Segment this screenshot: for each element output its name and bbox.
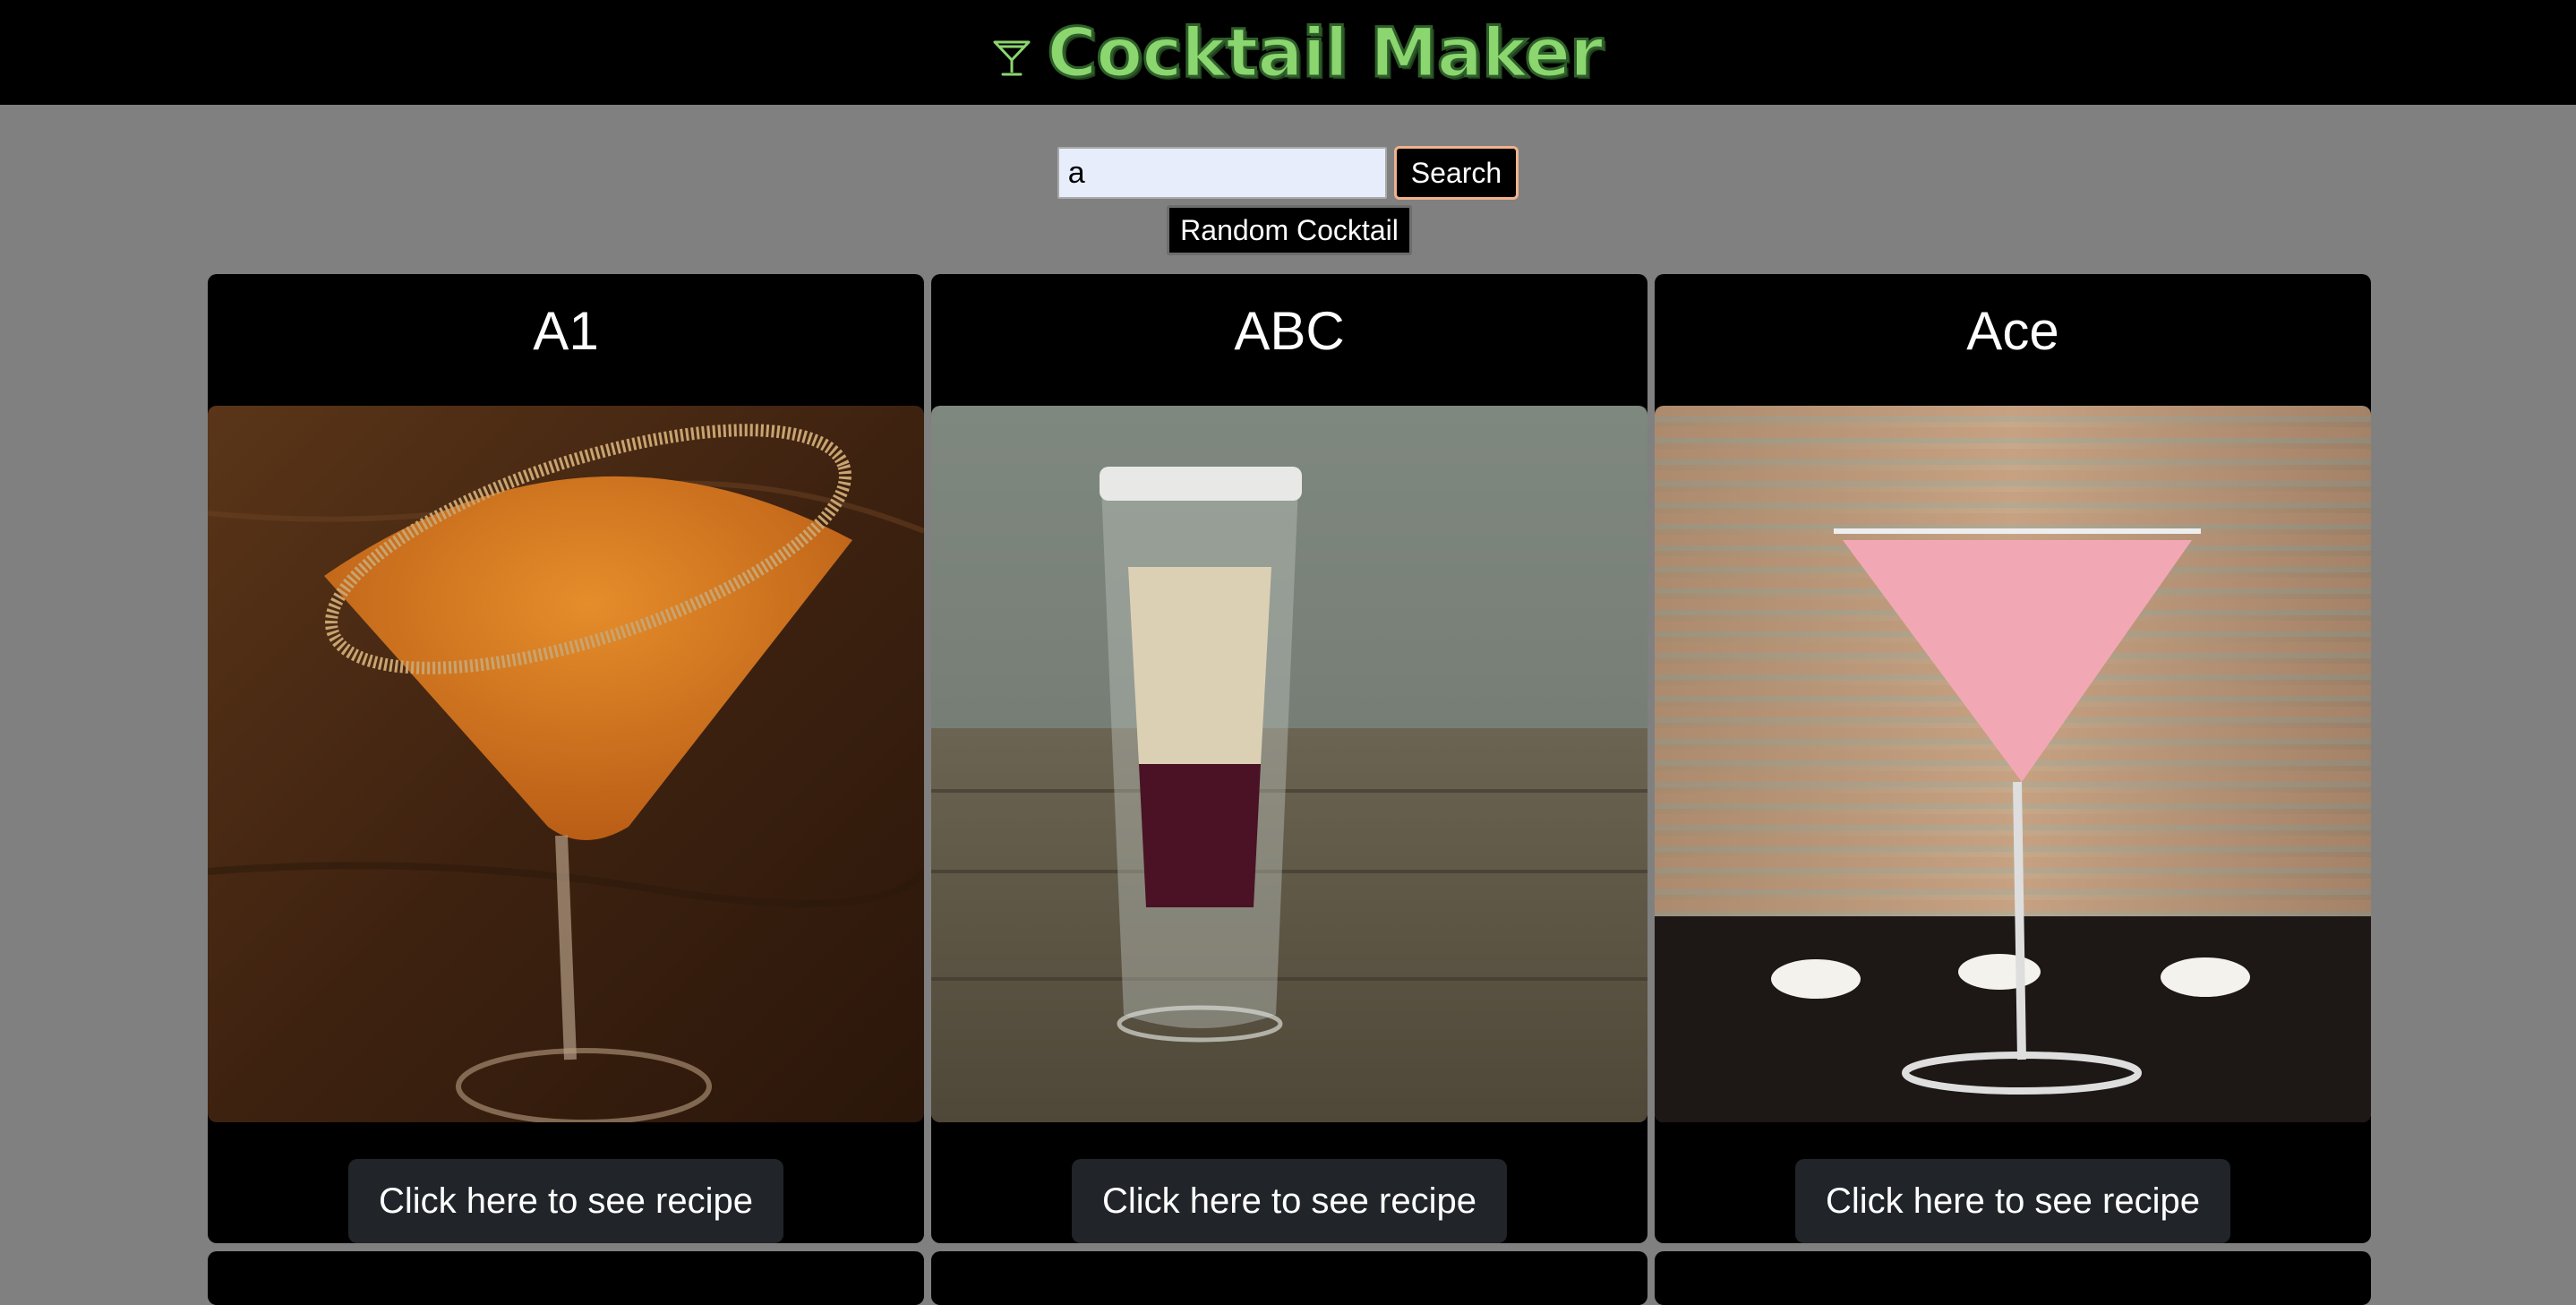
brand: Cocktail Maker <box>991 12 1605 92</box>
cocktail-card-ace: Ace Click here to see recipe <box>1655 274 2371 1243</box>
orange-martini-image <box>208 406 924 1122</box>
app-title: Cocktail Maker <box>1046 12 1605 92</box>
see-recipe-button[interactable]: Click here to see recipe <box>1072 1159 1507 1243</box>
cocktail-card <box>208 1251 924 1305</box>
search-input[interactable] <box>1057 147 1387 199</box>
cocktail-image <box>931 406 1647 1122</box>
cocktail-card-abc: ABC Click here to see recipe <box>931 274 1647 1243</box>
see-recipe-button[interactable]: Click here to see recipe <box>1795 1159 2230 1243</box>
cocktail-name: ABC <box>1234 301 1345 361</box>
cocktail-image <box>208 406 924 1122</box>
search-button[interactable]: Search <box>1393 146 1519 200</box>
random-cocktail-button[interactable]: Random Cocktail <box>1167 205 1412 255</box>
layered-shot-image <box>931 406 1647 1122</box>
pink-martini-image <box>1655 406 2371 1122</box>
see-recipe-button[interactable]: Click here to see recipe <box>348 1159 783 1243</box>
cocktail-image <box>1655 406 2371 1122</box>
cocktail-card <box>931 1251 1647 1305</box>
app-header: Cocktail Maker <box>0 0 2576 105</box>
search-bar: Search <box>0 146 2576 200</box>
cocktail-name: Ace <box>1966 301 2059 361</box>
cocktail-card <box>1655 1251 2371 1305</box>
cocktail-card-a1: A1 Click here to see recipe <box>208 274 924 1243</box>
random-row: Random Cocktail <box>0 205 2576 255</box>
martini-glass-icon <box>991 37 1032 78</box>
cocktail-name: A1 <box>533 301 599 361</box>
